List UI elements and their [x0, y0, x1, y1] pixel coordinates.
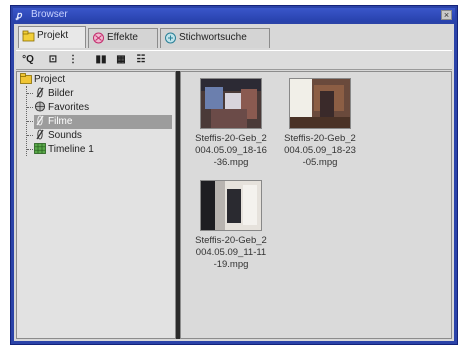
title-bar[interactable]: ꝑ Browser ×	[13, 8, 455, 22]
tree-item-filme[interactable]: Filme	[34, 115, 172, 129]
folder-icon	[20, 73, 32, 84]
search-button[interactable]: °Q	[20, 53, 36, 66]
new-folder-button[interactable]: ⊡	[46, 53, 60, 66]
window-title: Browser	[31, 9, 68, 20]
tab-label: Effekte	[107, 32, 138, 43]
tab-label: Stichwortsuche	[179, 32, 247, 43]
toolbar: °Q ⊡ ⋮ ▮▮ ▦ ☷	[16, 50, 452, 70]
small-icons-button[interactable]: ▦	[114, 53, 128, 66]
file-tile[interactable]: Steffis-20-Geb_2 004.05.09_11-11 -19.mpg	[190, 180, 272, 271]
video-thumbnail	[289, 78, 351, 129]
project-icon	[22, 30, 35, 42]
tab-label: Projekt	[37, 30, 69, 41]
tree-connector	[27, 149, 33, 150]
content-panes: Project Bilder Favorites Filme Sounds Ti…	[16, 71, 452, 339]
tree-item-sounds[interactable]: Sounds	[34, 129, 82, 143]
tab-bar: Projekt Effekte Stichwortsuche	[16, 26, 452, 48]
favorites-icon	[34, 101, 46, 112]
tree-item-bilder[interactable]: Bilder	[34, 87, 74, 101]
project-tree: Project Bilder Favorites Filme Sounds Ti…	[16, 71, 176, 339]
file-caption: Steffis-20-Geb_2 004.05.09_11-11 -19.mpg	[195, 235, 267, 270]
browser-window: ꝑ Browser × Projekt Effekte Stichwortsuc…	[10, 5, 458, 345]
clip-icon	[36, 115, 44, 126]
tab-stichwortsuche[interactable]: Stichwortsuche	[160, 28, 270, 48]
thumbnail-image	[201, 181, 261, 230]
tree-root-project[interactable]: Project	[20, 73, 65, 87]
clip-icon	[36, 87, 44, 98]
large-icons-button[interactable]: ▮▮	[94, 53, 108, 66]
file-view: Steffis-20-Geb_2 004.05.09_18-16 -36.mpg	[180, 71, 452, 339]
file-tile[interactable]: Steffis-20-Geb_2 004.05.09_18-23 -05.mpg	[279, 78, 361, 169]
tree-connector	[27, 135, 33, 136]
tree-connector	[27, 121, 33, 122]
tree-connector	[27, 93, 33, 94]
tree-connector	[27, 107, 33, 108]
tree-item-favorites[interactable]: Favorites	[34, 101, 89, 115]
app-icon: ꝑ	[16, 10, 22, 20]
thumbnail-image	[201, 79, 261, 128]
tab-effekte[interactable]: Effekte	[88, 28, 158, 48]
video-thumbnail	[200, 180, 262, 231]
list-view-button[interactable]: ☷	[134, 53, 148, 66]
thumbnail-image	[290, 79, 350, 128]
effects-icon	[93, 32, 104, 44]
window-body: Projekt Effekte Stichwortsuche °Q ⊡ ⋮ ▮▮…	[14, 24, 454, 341]
file-caption: Steffis-20-Geb_2 004.05.09_18-23 -05.mpg	[284, 133, 356, 168]
tab-projekt[interactable]: Projekt	[18, 26, 86, 48]
video-thumbnail	[200, 78, 262, 129]
timeline-icon	[34, 143, 46, 154]
tree-item-timeline-1[interactable]: Timeline 1	[34, 143, 94, 157]
file-tile[interactable]: Steffis-20-Geb_2 004.05.09_18-16 -36.mpg	[190, 78, 272, 169]
clip-icon	[36, 129, 44, 140]
close-button[interactable]: ×	[441, 10, 452, 20]
keyword-search-icon	[165, 32, 176, 44]
file-caption: Steffis-20-Geb_2 004.05.09_18-16 -36.mpg	[195, 133, 267, 168]
info-button[interactable]: ⋮	[68, 53, 78, 66]
